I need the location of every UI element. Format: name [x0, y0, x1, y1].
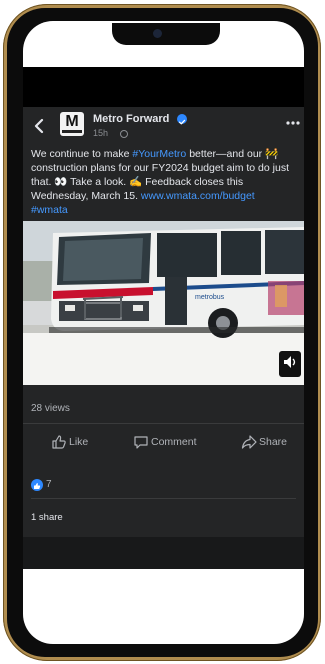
back-button[interactable] — [31, 117, 49, 135]
more-options-icon — [286, 121, 300, 125]
like-button[interactable]: Like — [51, 434, 111, 450]
hashtag-wmata[interactable]: #wmata — [31, 204, 68, 216]
share-label: Share — [259, 436, 288, 448]
like-label: Like — [69, 436, 89, 448]
post-video[interactable]: metrobus — [23, 221, 304, 385]
post-time[interactable]: 15h — [93, 128, 108, 138]
reaction-count: 7 — [46, 479, 52, 490]
budget-link[interactable]: www.wmata.com/budget — [141, 190, 255, 202]
thumbs-up-icon — [52, 435, 66, 449]
divider — [31, 498, 296, 499]
sound-toggle-button[interactable] — [279, 351, 301, 377]
camera-icon — [153, 29, 162, 38]
hashtag-yourmetro[interactable]: #YourMetro — [132, 148, 186, 160]
verified-badge-icon — [177, 114, 187, 125]
action-bar: Like Comment Share — [23, 423, 304, 458]
post-caption: We continue to make #YourMetro better—an… — [31, 147, 296, 217]
comment-icon — [134, 436, 148, 449]
comment-label: Comment — [151, 436, 197, 448]
comment-button[interactable]: Comment — [133, 434, 213, 450]
phone-notch — [112, 23, 220, 45]
phone-screen: M Metro Forward 15h We continue to make … — [23, 21, 304, 644]
chevron-left-icon — [34, 118, 44, 134]
sound-icon — [284, 356, 296, 368]
share-arrow-icon — [241, 435, 257, 449]
avatar-logo: M — [65, 113, 79, 130]
avatar[interactable]: M — [60, 112, 84, 136]
share-count[interactable]: 1 share — [31, 512, 63, 523]
share-button[interactable]: Share — [241, 434, 301, 450]
top-bar — [23, 67, 304, 107]
bus-image: metrobus — [23, 221, 304, 385]
view-count: 28 views — [31, 403, 70, 414]
caption-text-1: We continue to make — [31, 148, 133, 160]
avatar-logo-bar — [62, 130, 82, 133]
more-options-button[interactable] — [285, 116, 301, 130]
bus-logo-text: metrobus — [195, 294, 225, 301]
page-name[interactable]: Metro Forward — [93, 113, 169, 125]
facebook-post: M Metro Forward 15h We continue to make … — [23, 107, 304, 537]
like-reaction-icon — [31, 479, 43, 491]
globe-icon — [120, 130, 128, 138]
bottom-area — [23, 569, 304, 644]
